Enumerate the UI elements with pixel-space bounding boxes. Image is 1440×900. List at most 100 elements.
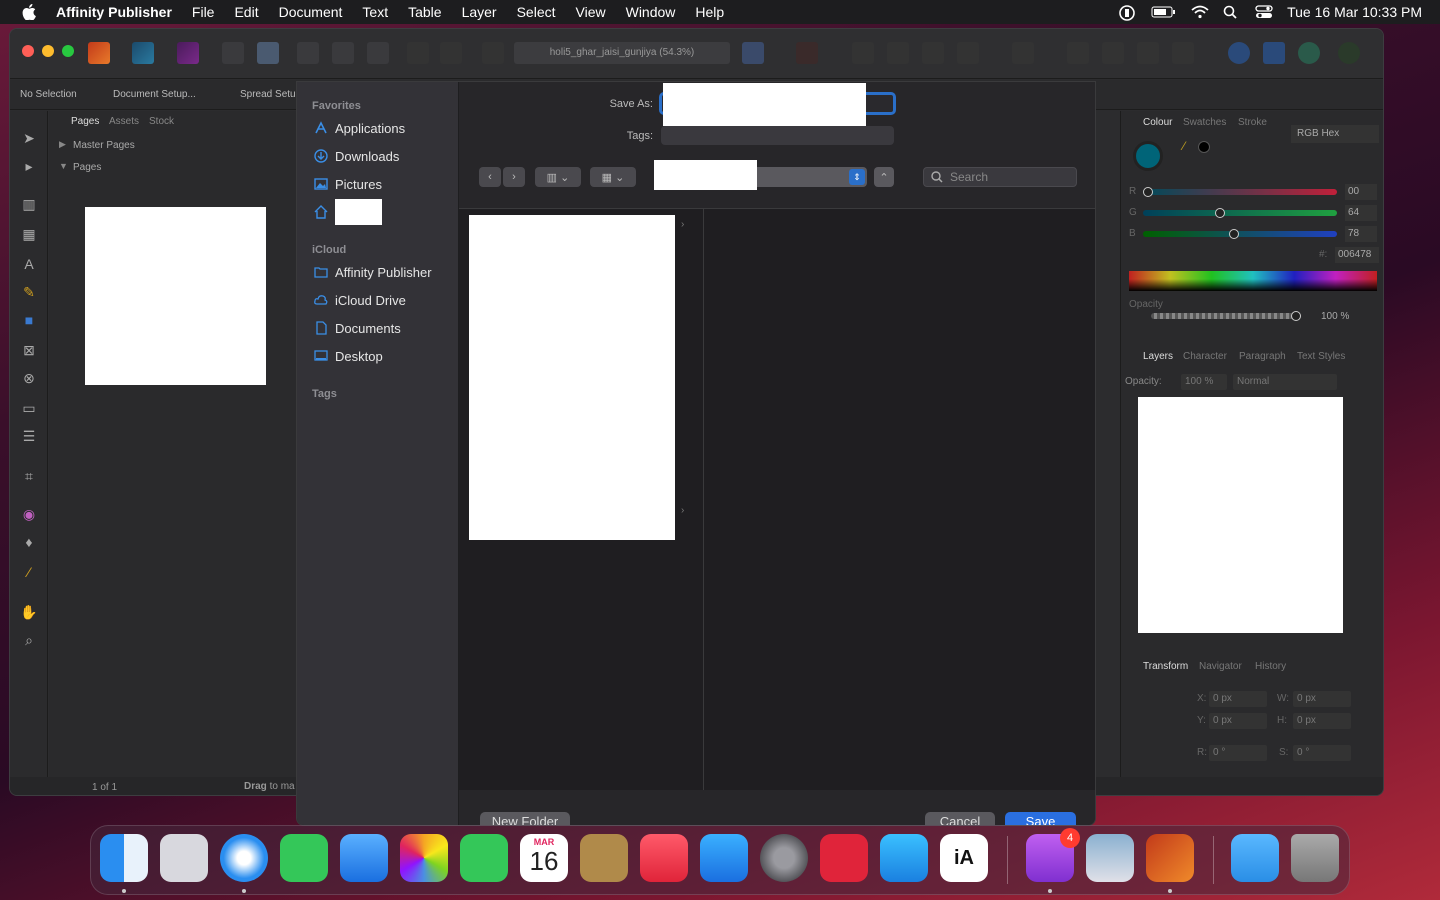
forward-button[interactable]: › [503,167,525,187]
menu-edit[interactable]: Edit [234,4,258,20]
w-field[interactable]: 0 px [1293,691,1351,707]
move-tool-icon[interactable]: ➤ [20,129,38,147]
tab-history[interactable]: History [1255,661,1286,672]
sidebar-item-applications[interactable]: Applications [314,118,405,138]
ia-writer-icon[interactable]: iA [940,834,988,882]
colour-mode-select[interactable]: RGB Hex [1291,125,1379,143]
launchpad-icon[interactable] [160,834,208,882]
wifi-icon[interactable] [1191,5,1209,19]
opacity-slider[interactable] [1151,311,1301,321]
control-center-icon[interactable] [1255,5,1273,19]
tab-navigator[interactable]: Navigator [1199,661,1242,672]
hand-tool-icon[interactable]: ✋ [20,603,38,621]
toolbar-tool-icon[interactable] [257,42,279,64]
text-wrap-tool-icon[interactable]: ☰ [20,427,38,445]
back-button[interactable]: ‹ [479,167,501,187]
x-field[interactable]: 0 px [1209,691,1267,707]
blue-knob[interactable] [1229,229,1240,239]
snapping-magnet-icon[interactable] [796,42,818,64]
red-value[interactable]: 00 [1345,184,1377,200]
safari-icon[interactable] [220,834,268,882]
contacts-icon[interactable] [580,834,628,882]
blue-slider[interactable] [1143,229,1337,239]
spotlight-search-icon[interactable] [1223,5,1241,19]
save-as-filename[interactable] [663,83,866,126]
tab-stock[interactable]: Stock [149,116,174,127]
battery-icon[interactable] [1151,5,1177,19]
facetime-icon[interactable] [460,834,508,882]
toolbar-tool-icon[interactable] [367,42,389,64]
y-field[interactable]: 0 px [1209,713,1267,729]
apple-menu-icon[interactable] [20,3,38,21]
toolbar-tool-icon[interactable] [297,42,319,64]
blend-mode-select[interactable]: Normal [1233,374,1337,390]
photo-persona-icon[interactable] [177,42,199,64]
zoom-tool-icon[interactable]: ⌕ [20,631,38,649]
affinity-publisher-icon[interactable] [1146,834,1194,882]
close-window-button[interactable] [22,45,34,57]
toolbar-tool-icon[interactable] [407,42,429,64]
messages-icon[interactable] [280,834,328,882]
toolbar-tool-icon[interactable] [852,42,874,64]
downloads-stack-icon[interactable] [1231,834,1279,882]
menu-file[interactable]: File [192,4,215,20]
tab-transform[interactable]: Transform [1143,661,1188,672]
colour-studio-icon[interactable] [1298,42,1320,64]
menu-layer[interactable]: Layer [462,4,497,20]
transparency-tool-icon[interactable]: ♦ [20,533,38,551]
sidebar-item-home[interactable] [314,199,382,225]
column-view-button[interactable]: ▥ ⌄ [535,167,581,187]
expand-arrow-icon[interactable]: ▶ [59,139,66,150]
toolbar-tool-icon[interactable] [332,42,354,64]
search-field[interactable]: Search [923,167,1077,187]
collapse-arrow-icon[interactable]: ▼ [59,161,68,171]
trash-icon[interactable] [1291,834,1339,882]
feedback-assistant-icon[interactable]: 4 [1026,828,1080,882]
green-knob[interactable] [1214,208,1225,218]
toolbar-tool-icon[interactable] [1067,42,1089,64]
menu-help[interactable]: Help [695,4,724,20]
toolbar-tool-icon[interactable] [222,42,244,64]
calendar-icon[interactable]: MAR 16 [520,834,568,882]
toolbar-tool-icon[interactable] [1137,42,1159,64]
colour-spectrum[interactable] [1129,271,1377,291]
location-folder-name[interactable] [654,160,757,190]
green-slider[interactable] [1143,208,1337,218]
save-button[interactable]: Save [1005,812,1076,825]
sidebar-item-downloads[interactable]: Downloads [314,146,399,166]
sidebar-item-affinity-publisher[interactable]: Affinity Publisher [314,262,432,282]
pen-tool-icon[interactable]: ✎ [20,283,38,301]
table-tool-icon[interactable]: ▦ [20,225,38,243]
menu-select[interactable]: Select [517,4,556,20]
toolbar-tool-icon[interactable] [1102,42,1124,64]
green-value[interactable]: 64 [1345,205,1377,221]
fill-tool-icon[interactable]: ◉ [20,505,38,523]
layers-list[interactable] [1138,397,1343,633]
password-manager-icon[interactable] [1119,5,1137,21]
bear-app-icon[interactable] [820,834,868,882]
rectangle-tool-icon[interactable]: ■ [20,311,38,329]
layers-studio-icon[interactable] [1263,42,1285,64]
opacity-value[interactable]: 100 % [1321,311,1349,322]
mail-icon[interactable] [340,834,388,882]
sidebar-item-pictures[interactable]: Pictures [314,174,382,194]
black-swatch[interactable] [1198,141,1210,153]
toolbar-tool-icon[interactable] [440,42,462,64]
tab-text-styles[interactable]: Text Styles [1297,351,1345,362]
spread-setup-button[interactable]: Spread Setup [240,89,301,100]
app-store-icon[interactable] [700,834,748,882]
menu-text[interactable]: Text [362,4,388,20]
menubar-clock[interactable]: Tue 16 Mar 10:33 PM [1287,4,1422,20]
music-icon[interactable] [640,834,688,882]
tab-paragraph[interactable]: Paragraph [1239,351,1286,362]
sidebar-item-documents[interactable]: Documents [314,318,401,338]
align-icon[interactable] [742,42,764,64]
photos-icon[interactable] [400,834,448,882]
menu-window[interactable]: Window [626,4,676,20]
menu-view[interactable]: View [576,4,606,20]
red-slider[interactable] [1143,187,1337,197]
pages-section[interactable]: Pages [73,162,101,173]
crop-tool-icon[interactable]: ⌗ [20,467,38,485]
group-by-button[interactable]: ▦ ⌄ [590,167,636,187]
folder-list[interactable] [469,215,675,540]
